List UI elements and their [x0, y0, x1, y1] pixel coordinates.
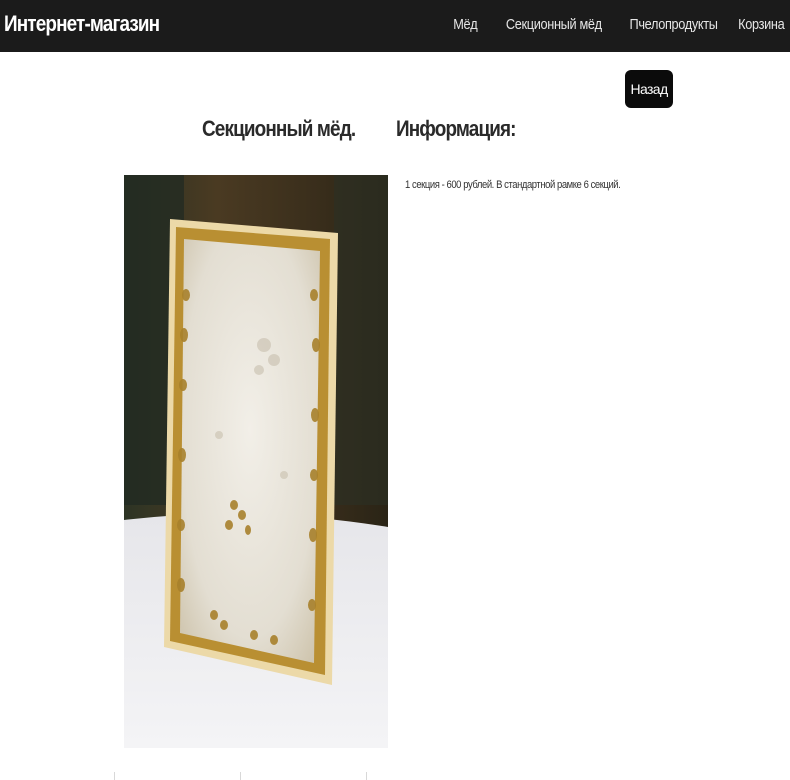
product-title: Секционный мёд.: [202, 116, 356, 141]
thumbnail-strip: [114, 772, 374, 780]
nav-link-section-honey[interactable]: Секционный мёд: [506, 16, 602, 33]
back-button[interactable]: Назад: [625, 70, 673, 108]
nav-links: Мёд Секционный мёд Пчелопродукты Корзина: [449, 16, 784, 33]
product-image: [124, 175, 388, 748]
info-title: Информация:: [396, 116, 516, 141]
product-info-text: 1 секция - 600 рублей. В стандартной рам…: [405, 179, 621, 191]
nav-link-cart[interactable]: Корзина: [738, 16, 785, 33]
nav-link-bee-products[interactable]: Пчелопродукты: [630, 16, 718, 33]
nav-link-honey[interactable]: Мёд: [453, 16, 477, 33]
top-navbar: Интернет-магазин Мёд Секционный мёд Пчел…: [0, 0, 790, 52]
brand-link[interactable]: Интернет-магазин: [4, 11, 160, 37]
